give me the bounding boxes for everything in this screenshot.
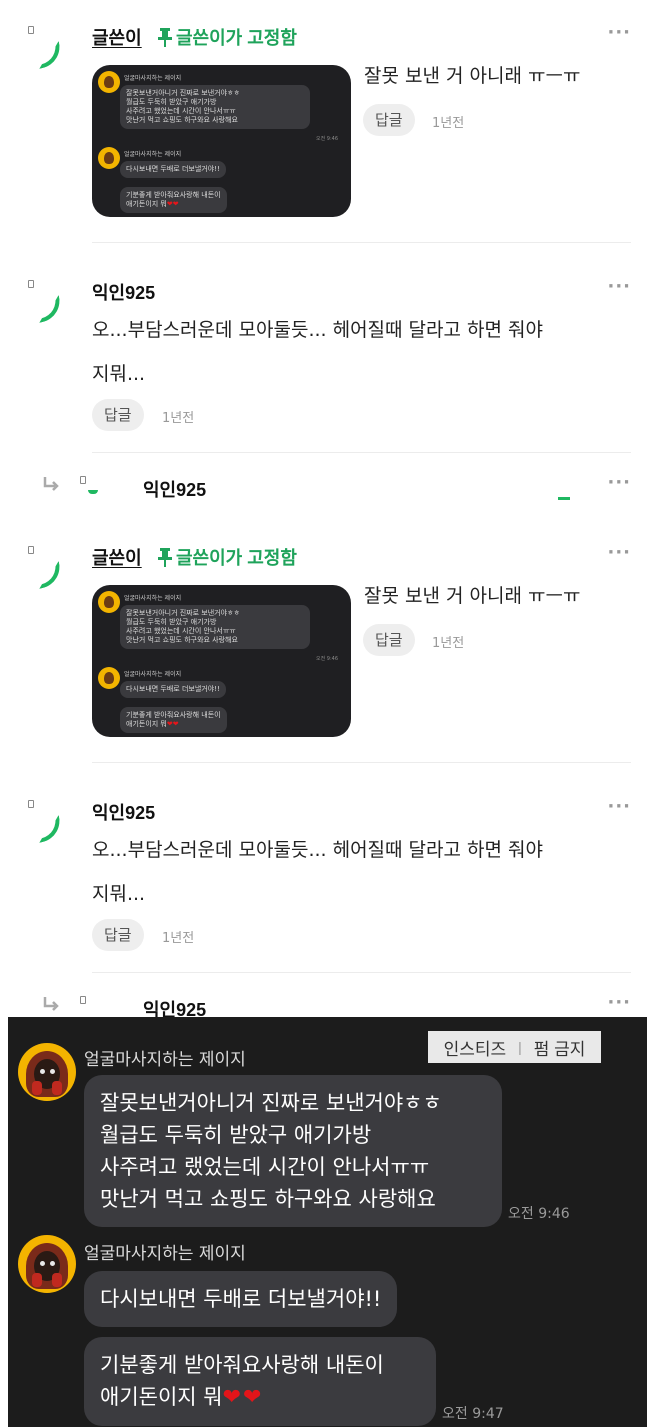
heart-emoji: ❤❤ bbox=[222, 1385, 264, 1410]
reply-button[interactable]: 답글 bbox=[363, 104, 415, 136]
thumb-avatar bbox=[98, 147, 120, 169]
divider bbox=[92, 972, 631, 973]
message-bubble: 다시보내면 두배로 더보낼거야!! bbox=[84, 1271, 398, 1327]
message-line: 잘못보낸거아니거 진짜로 보낸거야ㅎㅎ bbox=[100, 1091, 442, 1115]
nested-avatar-arc bbox=[88, 490, 98, 494]
author-avatar-icon bbox=[28, 26, 68, 69]
sender-avatar bbox=[18, 1235, 76, 1293]
thumb-sender: 얼굴마사지하는 제이지 bbox=[124, 151, 182, 158]
comment-time: 1년전 bbox=[432, 636, 465, 651]
divider bbox=[92, 452, 631, 453]
divider bbox=[92, 242, 631, 243]
sender-name: 얼굴마사지하는 제이지 bbox=[84, 1050, 246, 1070]
reply-button[interactable]: 답글 bbox=[363, 624, 415, 656]
nested-avatar-icon bbox=[80, 996, 86, 1004]
reply-button[interactable]: 답글 bbox=[92, 399, 144, 431]
message-line: 다시보내면 두배로 더보낼거야!! bbox=[100, 1287, 382, 1311]
pin-icon bbox=[158, 548, 172, 567]
no-repost-label: 펌 금지 bbox=[533, 1039, 586, 1059]
message-line: 월급도 두둑히 받았구 애기가방 bbox=[100, 1123, 372, 1147]
nested-avatar-icon bbox=[80, 476, 86, 484]
author-avatar-icon bbox=[28, 546, 68, 589]
pin-icon bbox=[158, 28, 172, 47]
thumb-sender: 얼굴마사지하는 제이지 bbox=[124, 595, 182, 602]
chat-screenshot: 인스티즈 | 펌 금지 얼굴마사지하는 제이지 잘못보낸거아니거 진짜로 보낸거… bbox=[8, 1017, 647, 1427]
author-avatar-icon bbox=[28, 280, 68, 323]
reply-button[interactable]: 답글 bbox=[92, 919, 144, 951]
thumb-avatar bbox=[98, 71, 120, 93]
more-icon[interactable]: ··· bbox=[607, 22, 631, 43]
comment-text-line: 지뭐... bbox=[92, 883, 146, 905]
reply-arrow-icon bbox=[43, 477, 59, 491]
author-avatar-icon bbox=[28, 800, 68, 843]
comment-time: 1년전 bbox=[432, 116, 465, 131]
thumb-avatar bbox=[98, 667, 120, 689]
attached-image-thumbnail[interactable]: 얼굴마사지하는 제이지 잘못보낸거아니거 진짜로 보낸거야ㅎㅎ 월급도 두둑히 받… bbox=[92, 585, 351, 737]
comment-text-line: 오...부담스러운데 모아둘듯... 헤어질때 달라고 하면 줘야 bbox=[92, 839, 543, 861]
message-line: 애기돈이지 뭐❤❤ bbox=[100, 1381, 420, 1414]
thumb-bubble: 다시보내면 두배로 더보낼거야!! bbox=[120, 681, 226, 699]
comment-thread: 글쓴이 글쓴이가 고정함 ··· 얼굴마사지하는 제이지 잘못보낸거아니거 진짜… bbox=[0, 520, 647, 1040]
divider bbox=[92, 762, 631, 763]
thumb-bubble: 기분좋게 받아줘요사랑해 내돈이 애기돈이지 뭐❤❤ bbox=[120, 707, 227, 734]
more-icon[interactable]: ··· bbox=[607, 472, 631, 493]
comment-author-name[interactable]: 익인925 bbox=[92, 799, 155, 825]
nested-accent-mark bbox=[558, 497, 570, 500]
thumb-bubble: 잘못보낸거아니거 진짜로 보낸거야ㅎㅎ 월급도 두둑히 받았구 애기가방 사주려고 … bbox=[120, 605, 310, 650]
sender-avatar bbox=[18, 1043, 76, 1101]
comment-time: 1년전 bbox=[162, 411, 195, 426]
message-line: 맛난거 먹고 쇼핑도 하구와요 사랑해요 bbox=[100, 1187, 436, 1211]
thumb-bubble: 다시보내면 두배로 더보낼거야!! bbox=[120, 161, 226, 179]
more-icon[interactable]: ··· bbox=[607, 796, 631, 817]
pinned-comment-text: 잘못 보낸 거 아니래 ㅠㅡㅠ bbox=[364, 65, 581, 87]
nested-author-name[interactable]: 익인925 bbox=[143, 476, 206, 502]
tag-divider: | bbox=[518, 1039, 522, 1055]
sender-name: 얼굴마사지하는 제이지 bbox=[84, 1244, 246, 1264]
pinned-author-name[interactable]: 글쓴이 bbox=[92, 544, 142, 570]
thumb-bubble: 기분좋게 받아줘요사랑해 내돈이 애기돈이지 뭐❤❤ bbox=[120, 187, 227, 214]
comment-thread: 글쓴이 글쓴이가 고정함 ··· 얼굴마사지하는 제이지 잘못보낸거아니거 진짜… bbox=[0, 0, 647, 520]
message-time: 오전 9:47 bbox=[442, 1406, 504, 1422]
message-bubble: 잘못보낸거아니거 진짜로 보낸거야ㅎㅎ 월급도 두둑히 받았구 애기가방 사주려… bbox=[84, 1075, 502, 1227]
pinned-label: 글쓴이가 고정함 bbox=[176, 28, 297, 48]
comment-text-line: 지뭐... bbox=[92, 363, 146, 385]
more-icon[interactable]: ··· bbox=[607, 992, 631, 1013]
message-line: 사주려고 랬었는데 시간이 안나서ㅠㅠ bbox=[100, 1155, 430, 1179]
pinned-comment-text: 잘못 보낸 거 아니래 ㅠㅡㅠ bbox=[364, 585, 581, 607]
message-text: 애기돈이지 뭐 bbox=[100, 1385, 223, 1409]
more-icon[interactable]: ··· bbox=[607, 276, 631, 297]
reply-arrow-icon bbox=[43, 997, 59, 1011]
pinned-label: 글쓴이가 고정함 bbox=[176, 548, 297, 568]
watermark-tag: 인스티즈 | 펌 금지 bbox=[428, 1031, 601, 1063]
thumb-bubble: 잘못보낸거아니거 진짜로 보낸거야ㅎㅎ 월급도 두둑히 받았구 애기가방 사주려고 … bbox=[120, 85, 310, 130]
thumb-sender: 얼굴마사지하는 제이지 bbox=[124, 75, 182, 82]
attached-image-thumbnail[interactable]: 얼굴마사지하는 제이지 잘못보낸거아니거 진짜로 보낸거야ㅎㅎ 월급도 두둑히 받… bbox=[92, 65, 351, 217]
site-label: 인스티즈 bbox=[443, 1039, 507, 1059]
thumb-sender: 얼굴마사지하는 제이지 bbox=[124, 671, 182, 678]
pinned-badge: 글쓴이가 고정함 bbox=[156, 24, 297, 50]
comment-time: 1년전 bbox=[162, 931, 195, 946]
message-bubble: 기분좋게 받아줘요사랑해 내돈이 애기돈이지 뭐❤❤ bbox=[84, 1337, 436, 1426]
thumb-avatar bbox=[98, 591, 120, 613]
comment-author-name[interactable]: 익인925 bbox=[92, 279, 155, 305]
pinned-author-name[interactable]: 글쓴이 bbox=[92, 24, 142, 50]
message-line: 기분좋게 받아줘요사랑해 내돈이 bbox=[100, 1353, 384, 1377]
pinned-badge: 글쓴이가 고정함 bbox=[156, 544, 297, 570]
more-icon[interactable]: ··· bbox=[607, 542, 631, 563]
comment-text-line: 오...부담스러운데 모아둘듯... 헤어질때 달라고 하면 줘야 bbox=[92, 319, 543, 341]
message-time: 오전 9:46 bbox=[508, 1206, 570, 1222]
thumb-time: 오전 9:46 bbox=[316, 136, 339, 142]
thumb-time: 오전 9:46 bbox=[316, 656, 339, 662]
